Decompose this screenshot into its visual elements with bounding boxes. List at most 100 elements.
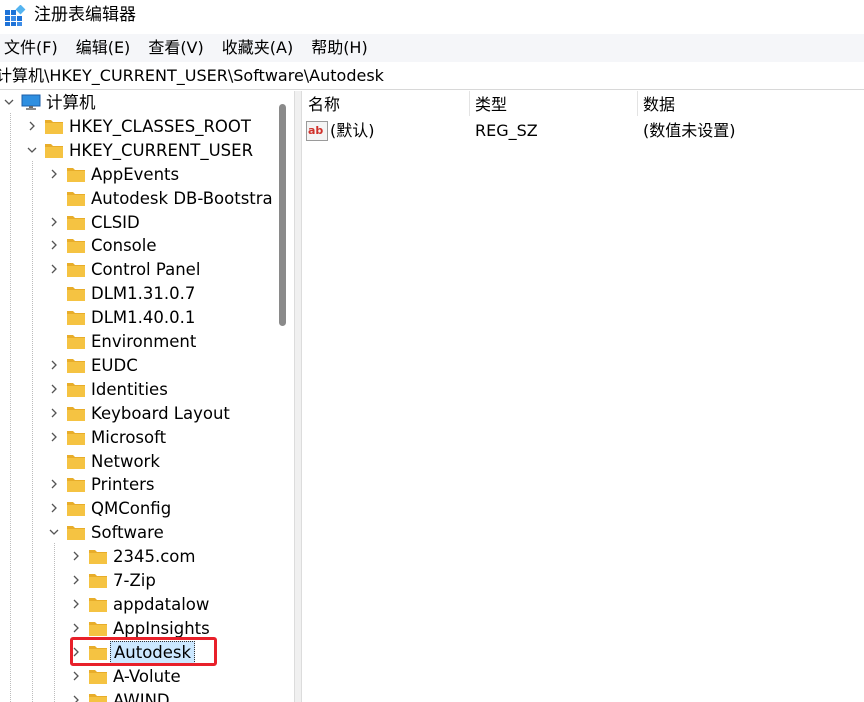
tree-item-label[interactable]: 2345.com — [113, 546, 195, 568]
column-header-type[interactable]: 类型 — [475, 94, 507, 116]
tree-item[interactable]: DLM1.31.0.7 — [0, 282, 290, 306]
folder-icon — [67, 502, 85, 517]
tree-item-computer[interactable]: 计算机 — [0, 91, 290, 115]
folder-icon — [67, 215, 85, 230]
tree-item[interactable]: appdatalow — [0, 593, 290, 617]
tree-item-label[interactable]: Control Panel — [91, 259, 200, 281]
tree-item-label[interactable]: HKEY_CURRENT_USER — [69, 140, 253, 162]
tree-item[interactable]: 2345.com — [0, 545, 290, 569]
tree-item-label[interactable]: CLSID — [91, 212, 140, 234]
menu-help[interactable]: 帮助(H) — [311, 34, 378, 62]
column-separator[interactable] — [469, 91, 470, 116]
key-tree[interactable]: 计算机 HKEY_CLASSES_ROOT HKEY_CURRENT_USER App… — [0, 91, 294, 702]
chevron-right-icon[interactable] — [47, 167, 61, 181]
folder-icon — [89, 550, 107, 565]
tree-item[interactable]: CLSID — [0, 211, 290, 235]
tree-guide-line — [32, 161, 33, 702]
tree-item-label[interactable]: EUDC — [91, 355, 138, 377]
pane-splitter[interactable] — [294, 91, 302, 702]
tree-scroll-thumb[interactable] — [279, 104, 286, 326]
chevron-down-icon[interactable] — [2, 95, 16, 109]
folder-icon — [67, 430, 85, 445]
tree-item[interactable]: EUDC — [0, 354, 290, 378]
tree-item-label[interactable]: 计算机 — [46, 92, 96, 114]
tree-item-label[interactable]: appdatalow — [113, 594, 209, 616]
chevron-right-icon[interactable] — [47, 501, 61, 515]
tree-item-label[interactable]: Environment — [91, 331, 196, 353]
tree-item[interactable]: Identities — [0, 378, 290, 402]
folder-icon — [45, 143, 63, 158]
chevron-right-icon[interactable] — [69, 669, 83, 683]
tree-item-hkcu[interactable]: HKEY_CURRENT_USER — [0, 139, 290, 163]
tree-item-label[interactable]: Keyboard Layout — [91, 403, 230, 425]
chevron-right-icon[interactable] — [47, 262, 61, 276]
folder-icon — [67, 454, 85, 469]
tree-item-label[interactable]: Microsoft — [91, 427, 166, 449]
tree-item[interactable]: Software — [0, 521, 290, 545]
chevron-right-icon[interactable] — [47, 382, 61, 396]
tree-item-label[interactable]: Autodesk DB-Bootstra — [91, 188, 273, 210]
tree-scrollbar[interactable] — [279, 91, 287, 702]
tree-item[interactable]: Console — [0, 234, 290, 258]
chevron-right-icon[interactable] — [47, 215, 61, 229]
tree-item-label[interactable]: A-Volute — [113, 666, 181, 688]
value-row[interactable]: ab (默认) REG_SZ (数值未设置) — [302, 119, 864, 143]
chevron-right-icon[interactable] — [69, 621, 83, 635]
tree-item[interactable]: Network — [0, 450, 290, 474]
tree-item-label[interactable]: AWIND — [113, 690, 170, 702]
tree-item-label[interactable]: Identities — [91, 379, 168, 401]
chevron-right-icon[interactable] — [47, 238, 61, 252]
tree-item-label[interactable]: DLM1.40.0.1 — [91, 307, 195, 329]
tree-item[interactable]: 7-Zip — [0, 569, 290, 593]
tree-item-label[interactable]: AppEvents — [91, 164, 179, 186]
tree-item-label[interactable]: Printers — [91, 474, 155, 496]
tree-item[interactable]: A-Volute — [0, 665, 290, 689]
menu-file[interactable]: 文件(F) — [0, 34, 68, 62]
menu-edit[interactable]: 编辑(E) — [76, 34, 141, 62]
tree-item-label[interactable]: 7-Zip — [113, 570, 156, 592]
folder-icon — [67, 239, 85, 254]
value-list[interactable]: 名称 类型 数据 ab (默认) REG_SZ (数值未设置) — [302, 91, 864, 702]
tree-item[interactable]: Control Panel — [0, 258, 290, 282]
chevron-down-icon[interactable] — [47, 525, 61, 539]
column-header-name[interactable]: 名称 — [308, 94, 340, 116]
tree-item[interactable]: AWIND — [0, 689, 290, 702]
chevron-right-icon[interactable] — [69, 549, 83, 563]
address-path[interactable]: 计算机\HKEY_CURRENT_USER\Software\Autodesk — [0, 64, 384, 88]
column-separator[interactable] — [637, 91, 638, 116]
tree-item-label[interactable]: Console — [91, 235, 157, 257]
tree-item-hkcr[interactable]: HKEY_CLASSES_ROOT — [0, 115, 290, 139]
chevron-right-icon[interactable] — [69, 693, 83, 702]
tree-item[interactable]: Keyboard Layout — [0, 402, 290, 426]
chevron-right-icon[interactable] — [47, 406, 61, 420]
chevron-right-icon[interactable] — [69, 597, 83, 611]
tree-item[interactable]: QMConfig — [0, 497, 290, 521]
tree-item-label[interactable]: QMConfig — [91, 498, 171, 520]
chevron-right-icon[interactable] — [47, 430, 61, 444]
folder-icon — [89, 621, 107, 636]
tree-item-label[interactable]: Software — [91, 522, 164, 544]
chevron-right-icon[interactable] — [47, 477, 61, 491]
folder-icon — [89, 574, 107, 588]
tree-item[interactable]: Autodesk DB-Bootstra — [0, 187, 290, 211]
tree-item[interactable]: DLM1.40.0.1 — [0, 306, 290, 330]
tree-item-label[interactable]: Network — [91, 451, 160, 473]
chevron-right-icon[interactable] — [25, 119, 39, 133]
menu-view[interactable]: 查看(V) — [148, 34, 213, 62]
tree-item[interactable]: Printers — [0, 473, 290, 497]
tree-item[interactable]: AppEvents — [0, 163, 290, 187]
tree-guide-line — [10, 113, 11, 702]
chevron-right-icon[interactable] — [47, 358, 61, 372]
value-data: (数值未设置) — [643, 121, 736, 140]
tree-item-label[interactable]: HKEY_CLASSES_ROOT — [69, 116, 251, 138]
chevron-down-icon[interactable] — [25, 143, 39, 157]
tree-item[interactable]: Environment — [0, 330, 290, 354]
menu-favorites[interactable]: 收藏夹(A) — [222, 34, 303, 62]
chevron-right-icon[interactable] — [69, 573, 83, 587]
column-header-data[interactable]: 数据 — [643, 94, 675, 116]
tree-item[interactable]: Microsoft — [0, 426, 290, 450]
value-name: (默认) — [330, 121, 375, 140]
tree-item-label[interactable]: DLM1.31.0.7 — [91, 283, 195, 305]
folder-icon — [67, 263, 85, 278]
folder-icon — [67, 382, 85, 397]
